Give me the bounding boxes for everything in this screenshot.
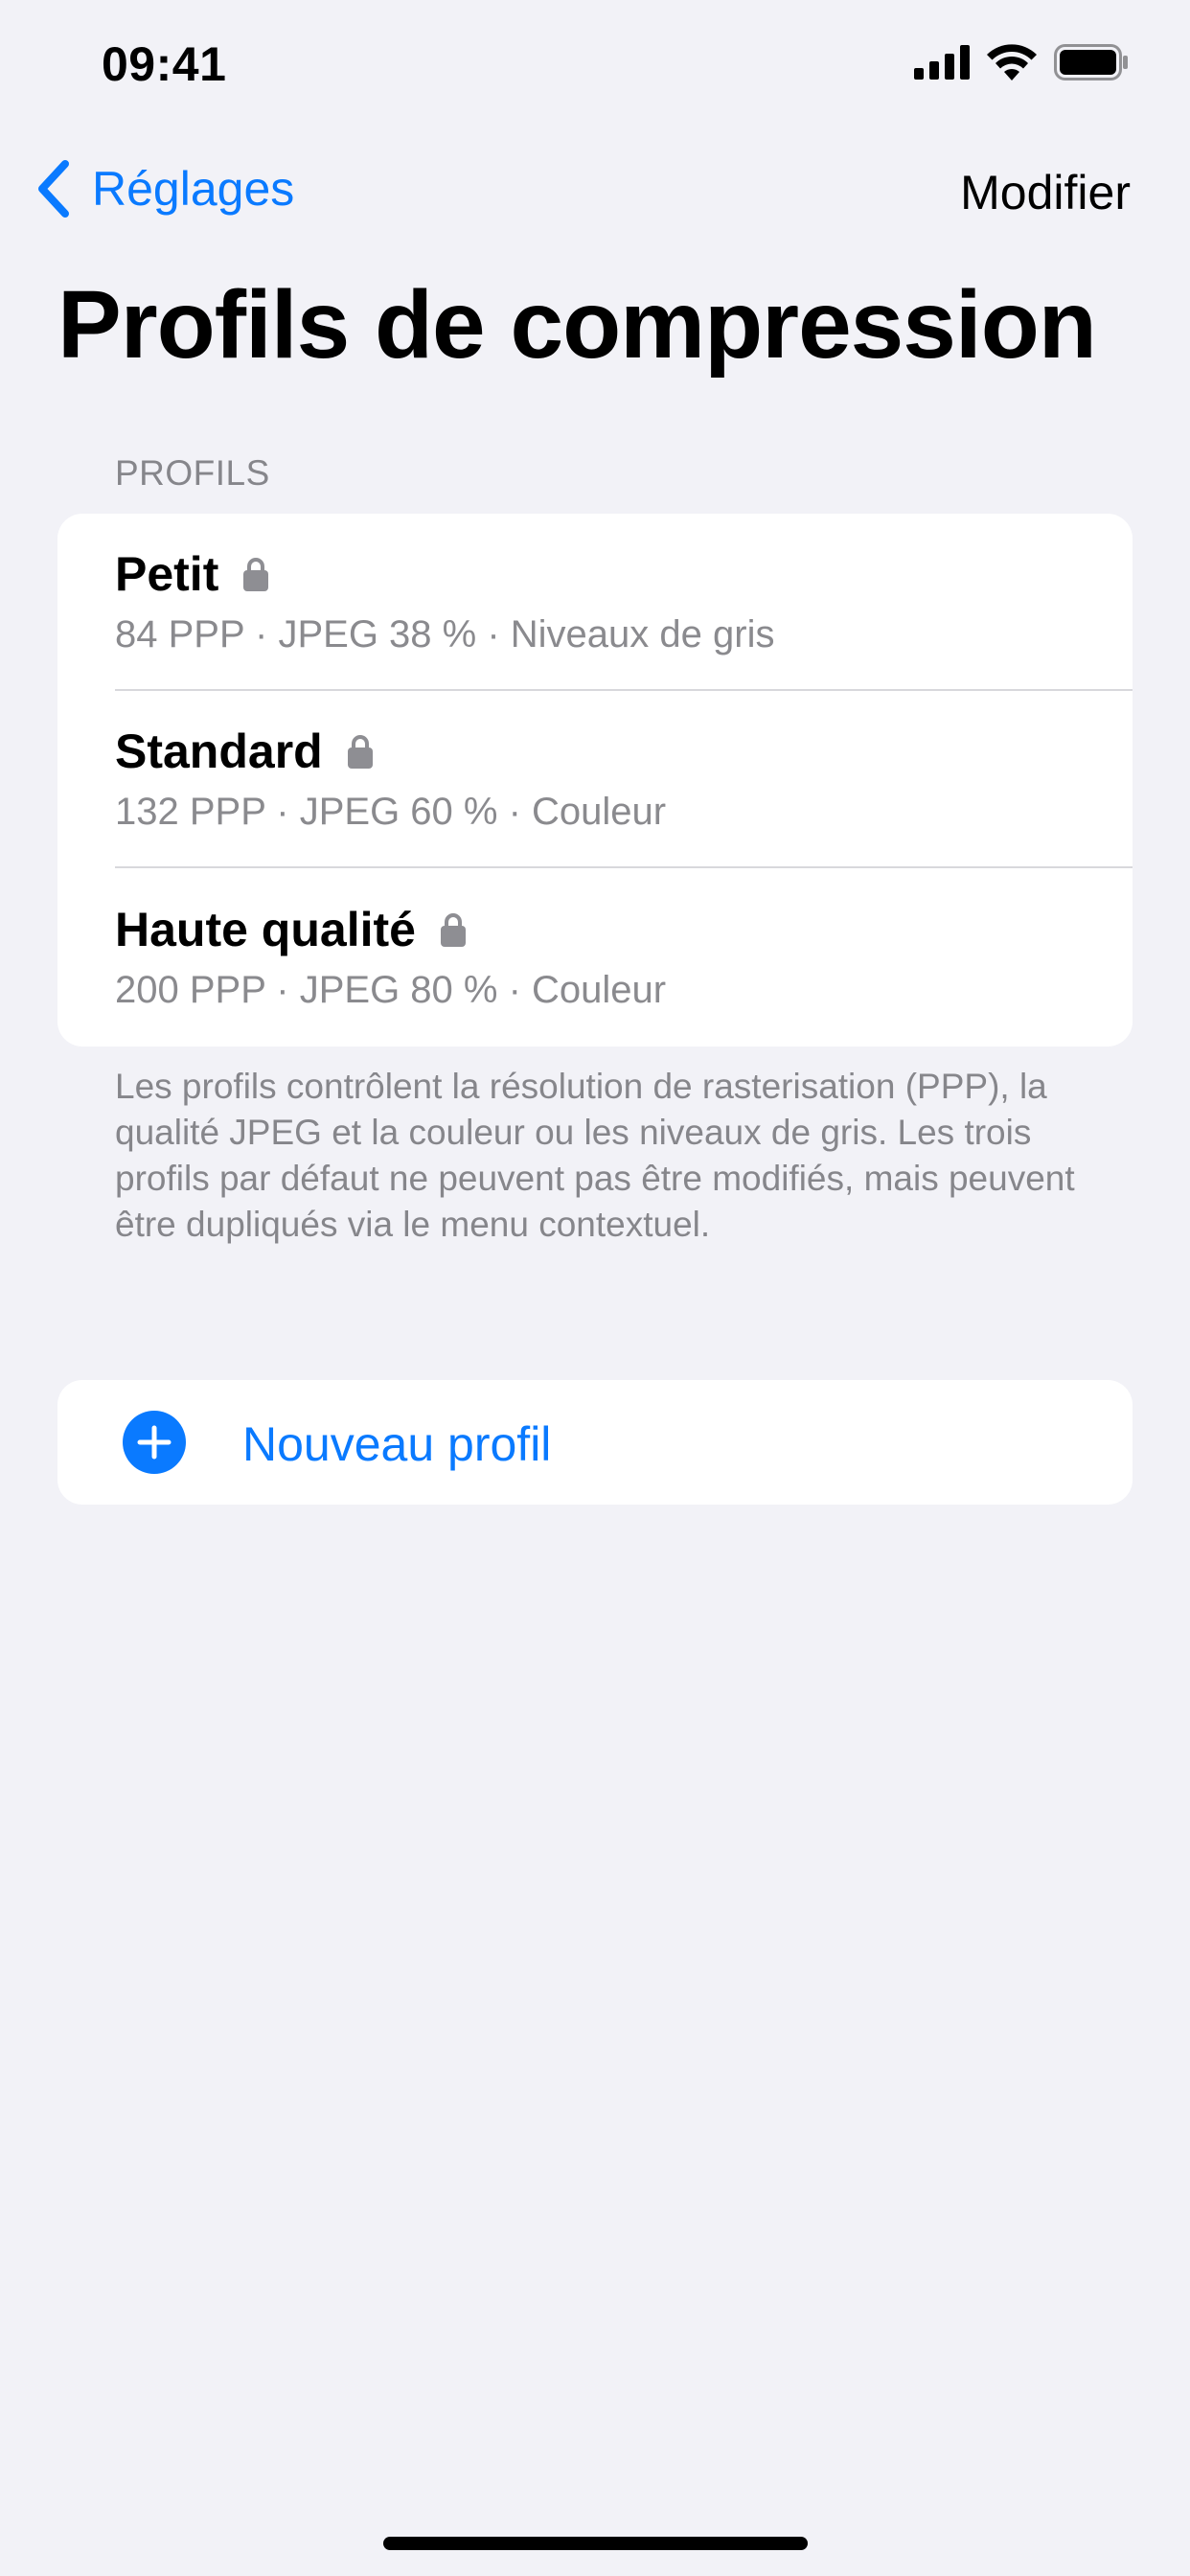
edit-button[interactable]: Modifier: [960, 165, 1131, 220]
profile-row-standard[interactable]: Standard 132 PPP · JPEG 60 % · Couleur: [57, 691, 1133, 868]
profile-detail: 200 PPP · JPEG 80 % · Couleur: [115, 969, 667, 1011]
wifi-icon: [987, 44, 1037, 80]
lock-icon: [243, 558, 269, 591]
profile-row-haute-qualite[interactable]: Haute qualité 200 PPP · JPEG 80 % · Coul…: [57, 869, 1133, 1046]
section-footer-text: Les profils contrôlent la résolution de …: [115, 1067, 1075, 1244]
status-icons: [914, 44, 1129, 80]
profile-detail: 132 PPP · JPEG 60 % · Couleur: [115, 791, 667, 833]
new-profile-button[interactable]: Nouveau profil: [57, 1380, 1133, 1505]
profile-name: Petit: [115, 547, 219, 601]
new-profile-label: Nouveau profil: [242, 1417, 552, 1471]
profile-name: Haute qualité: [115, 903, 416, 956]
home-indicator[interactable]: [383, 2537, 808, 2550]
back-button[interactable]: Réglages: [34, 159, 294, 218]
page-title: Profils de compression: [57, 271, 1097, 379]
profile-row-petit[interactable]: Petit 84 PPP · JPEG 38 % · Niveaux de gr…: [57, 514, 1133, 691]
lock-icon: [440, 913, 466, 947]
chevron-left-icon: [38, 160, 69, 218]
back-button-label: Réglages: [92, 162, 295, 216]
profiles-list: Petit 84 PPP · JPEG 38 % · Niveaux de gr…: [57, 514, 1133, 1046]
section-header-profiles: PROFILS: [115, 453, 270, 493]
profile-name: Standard: [115, 724, 323, 778]
status-time: 09:41: [102, 37, 227, 91]
navigation-bar: Réglages Modifier: [0, 144, 1190, 240]
status-bar: 09:41: [0, 0, 1190, 134]
lock-icon: [347, 735, 373, 769]
signal-icon: [914, 45, 970, 80]
battery-icon: [1054, 44, 1128, 80]
row-divider: [115, 866, 1133, 868]
profile-detail: 84 PPP · JPEG 38 % · Niveaux de gris: [115, 613, 775, 656]
plus-circle-icon: [123, 1411, 186, 1474]
